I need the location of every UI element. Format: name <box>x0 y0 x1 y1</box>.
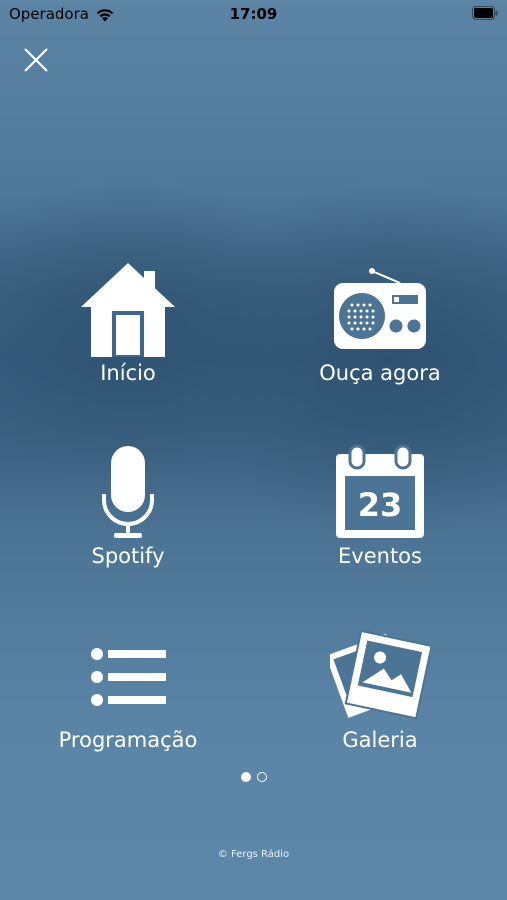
status-bar: Operadora 17:09 <box>0 0 507 28</box>
menu-item-eventos[interactable]: 23 Eventos <box>285 440 475 590</box>
page-dot-1[interactable] <box>240 772 251 782</box>
status-time: 17:09 <box>229 5 278 23</box>
menu-label-galeria: Galeria <box>342 728 418 752</box>
list-icon <box>91 648 166 706</box>
menu-item-ouca-agora[interactable]: Ouça agora <box>285 257 475 407</box>
menu-label-spotify: Spotify <box>91 544 165 568</box>
radio-icon <box>334 268 426 349</box>
footer-copyright: © Fergs Rádio <box>217 849 290 860</box>
photos-icon <box>330 629 430 720</box>
battery-icon <box>472 6 498 20</box>
page-dot-2[interactable] <box>256 772 267 782</box>
menu-label-programacao: Programação <box>58 728 198 752</box>
menu-label-ouca-agora: Ouça agora <box>319 361 441 385</box>
menu-label-inicio: Início <box>100 361 156 385</box>
close-button[interactable] <box>22 46 50 74</box>
menu-label-eventos: Eventos <box>338 544 422 568</box>
home-icon <box>81 263 175 357</box>
microphone-icon <box>102 446 154 538</box>
menu-item-programacao[interactable]: Programação <box>33 624 223 774</box>
calendar-icon: 23 <box>336 444 424 538</box>
page-indicator <box>0 772 507 784</box>
calendar-day-number: 23 <box>358 486 403 524</box>
menu-item-inicio[interactable]: Início <box>33 257 223 407</box>
menu-item-galeria[interactable]: Galeria <box>285 624 475 774</box>
menu-item-spotify[interactable]: Spotify <box>33 440 223 590</box>
close-icon <box>24 48 48 72</box>
